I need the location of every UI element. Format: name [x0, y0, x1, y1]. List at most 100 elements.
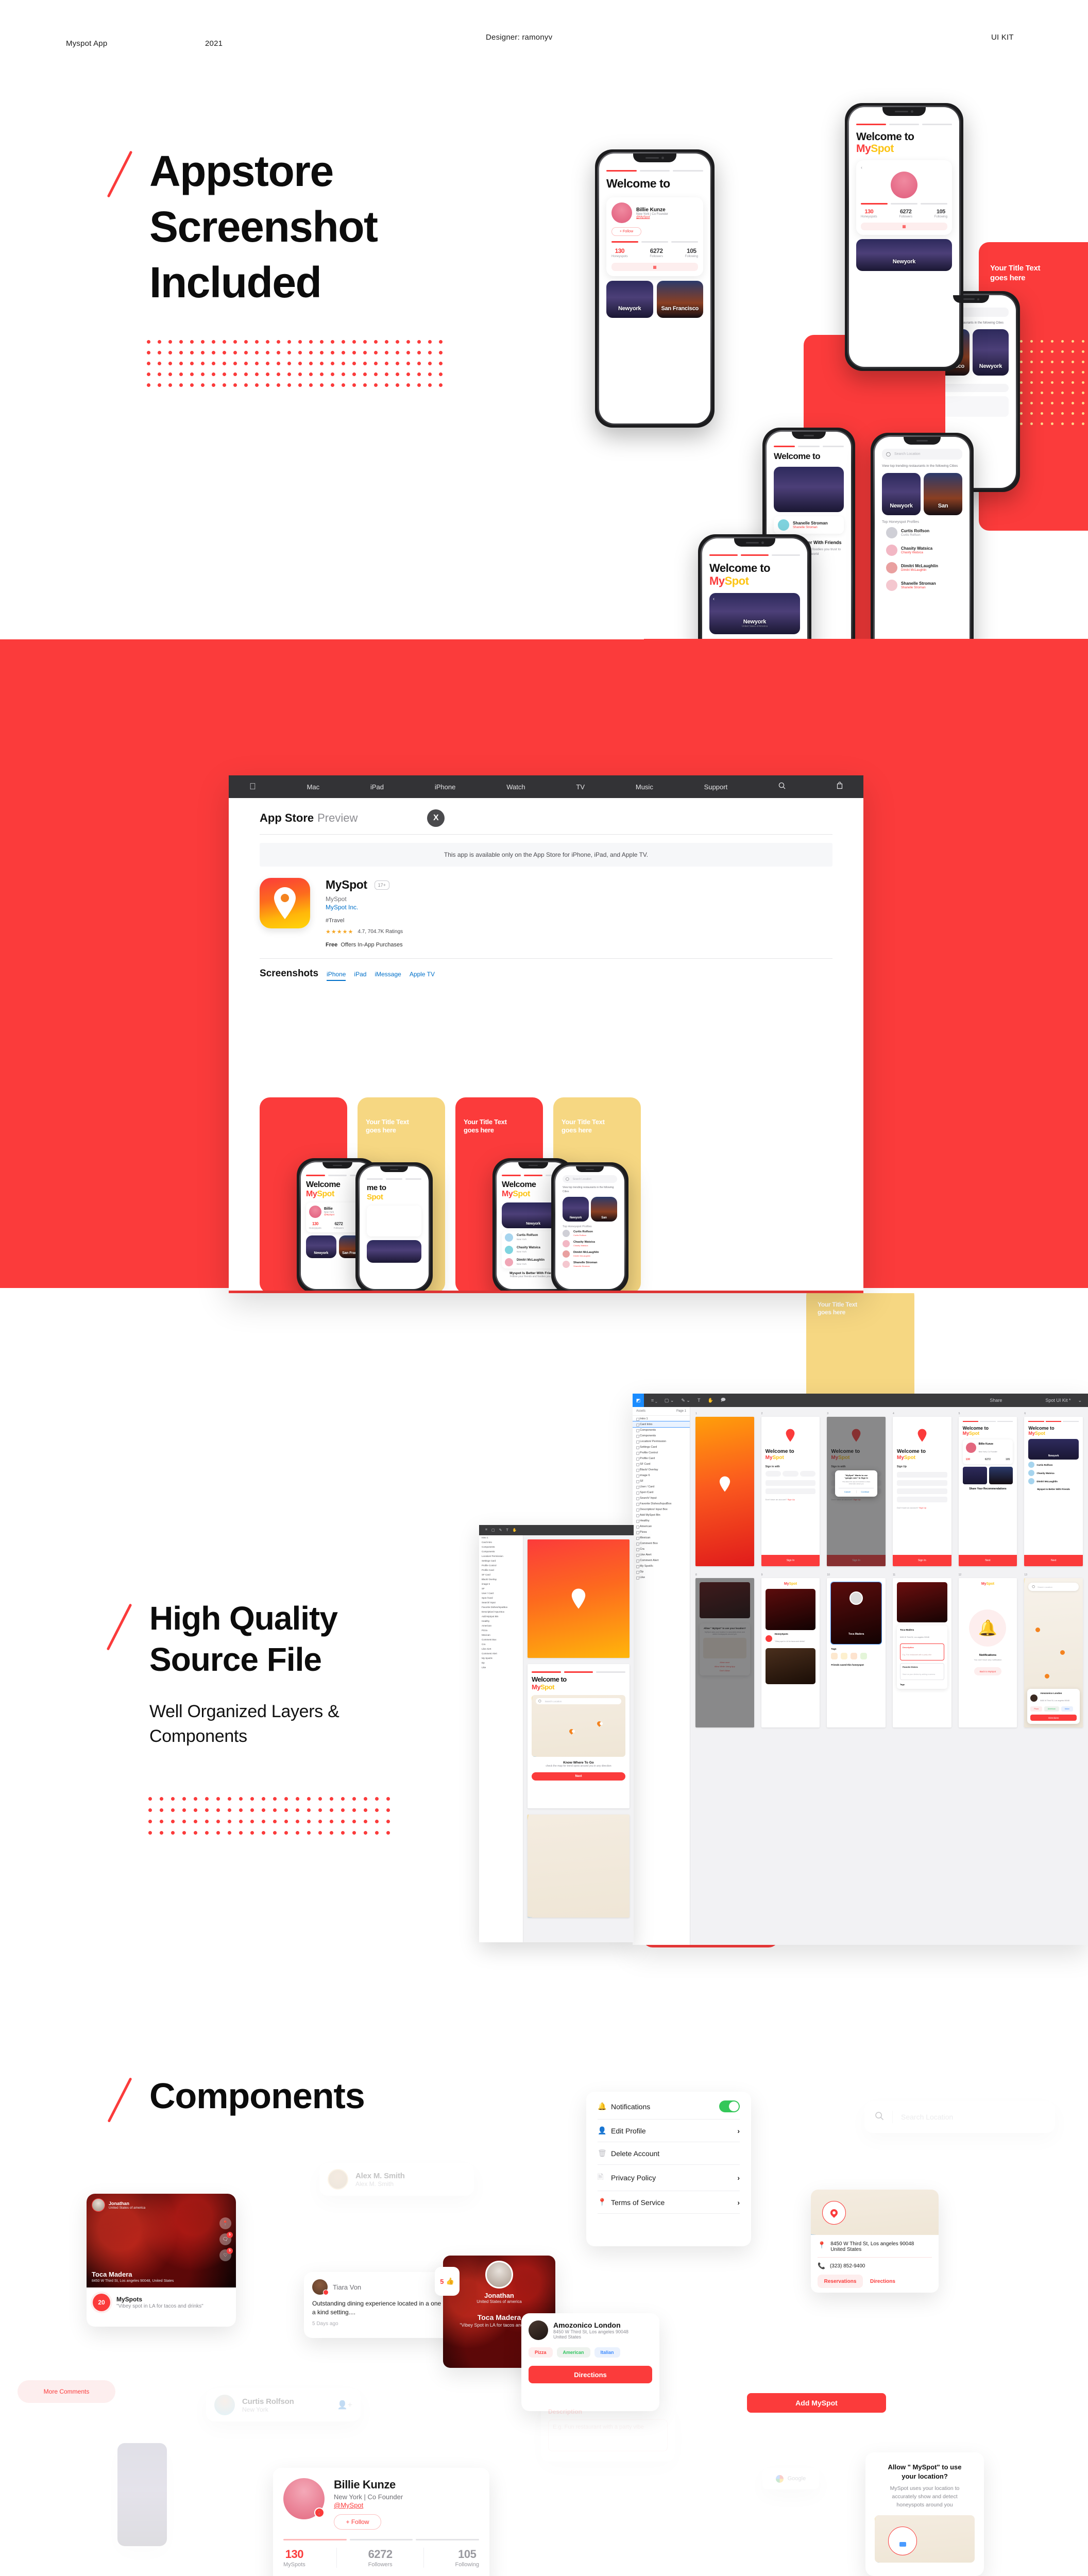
google-button[interactable]: Google [762, 2468, 819, 2489]
layer-item[interactable]: image 6 [633, 1472, 690, 1478]
canvas-frame[interactable]: 4 Welcome to MySpot Sign Up Don't have an ac… [892, 1412, 951, 1566]
tab-appletv[interactable]: Apple TV [410, 971, 435, 980]
tag-italian[interactable]: Italian [594, 2347, 620, 2358]
layer-item[interactable]: Like [479, 1665, 523, 1670]
description-placeholder[interactable]: E.g. Fun restaurant with a party vibe [548, 2419, 668, 2451]
canvas-frame[interactable]: 5 Welcome to MySpot Billie Kunze New York | … [958, 1412, 1017, 1566]
layer-item[interactable]: Description/ Input Box [633, 1506, 690, 1512]
user-row-alex[interactable]: Alex M. Smith Alex M. Smith [319, 2163, 474, 2196]
shape-tool-icon[interactable]: ▢ ⌄ [665, 1398, 674, 1403]
layer-item[interactable]: Search/ Input [479, 1600, 523, 1605]
user-row-curtis[interactable]: Curtis Rolfson New York 👤+ [206, 2388, 361, 2421]
settings-row-terms[interactable]: 📍 Terms of Service › [598, 2191, 740, 2213]
layer-item[interactable]: Add MySpot Btn [633, 1512, 690, 1518]
settings-row-privacy-policy[interactable]: 🖹 Privacy Policy › [598, 2165, 740, 2191]
profile-handle[interactable]: @MySpot [334, 2501, 403, 2509]
settings-row-edit-profile[interactable]: 👤 Edit Profile › [598, 2120, 740, 2142]
secondary-layers-panel[interactable]: Intro 1 Card Intro Components Components Loc… [479, 1535, 523, 1942]
layer-item[interactable]: Intro 1 [479, 1535, 523, 1540]
share-button[interactable]: Share [990, 1398, 1002, 1403]
nav-item-iphone[interactable]: iPhone [435, 783, 455, 791]
layer-item[interactable]: My Spot/Ic [479, 1656, 523, 1660]
layer-item[interactable]: Search/ Input [633, 1495, 690, 1501]
reservations-button[interactable]: Reservations [818, 2275, 863, 2288]
thumbs-up-icon[interactable]: 👍 [446, 2277, 454, 2285]
nav-item-ipad[interactable]: iPad [370, 783, 384, 791]
layer-item[interactable]: User / Card [633, 1484, 690, 1489]
search-location-field[interactable]: Search Location [864, 2101, 1055, 2133]
layer-item[interactable]: Comment Alert [633, 1557, 690, 1563]
design-tool-toolbar[interactable]: ◩ ⌗ ⌄ ▢ ⌄ ✎ ⌄ T ✋ 🗩 Share Spot UI Kit * … [633, 1394, 1088, 1407]
nav-item-tv[interactable]: TV [576, 783, 585, 791]
layer-item[interactable]: Profile Card [633, 1455, 690, 1461]
chevron-down-icon[interactable]: ⌄ [1078, 1398, 1082, 1403]
layer-item[interactable]: Like [633, 1574, 690, 1580]
canvas-frame[interactable]: 13 ◯ Search Location Amozonico London 8450 W… [1024, 1573, 1083, 1727]
description-input-card[interactable]: Description E.g. Fun restaurant with a p… [541, 2401, 675, 2462]
layer-item[interactable]: Components [633, 1427, 690, 1433]
text-tool-icon[interactable]: T [698, 1398, 701, 1403]
layer-item[interactable]: Description/ Input Box [479, 1609, 523, 1614]
screenshot-gallery[interactable]: Your Title Text goes here Your Title Text… [260, 1097, 837, 1291]
notifications-toggle[interactable] [719, 2100, 740, 2112]
nav-item-support[interactable]: Support [704, 783, 728, 791]
directions-button[interactable]: Directions [529, 2366, 652, 2383]
apple-logo-icon[interactable]:  [249, 782, 256, 792]
canvas-frame[interactable]: 9 MySpot HoneySpots "Vibey spot in LA for t… [761, 1573, 820, 1727]
layer-item[interactable]: Like Aiert [479, 1647, 523, 1651]
layer-item[interactable]: American [479, 1623, 523, 1628]
layer-item[interactable]: Components [479, 1549, 523, 1554]
map-location-card[interactable]: 📍 8450 W Third St, Los angeles 90048 Uni… [811, 2190, 939, 2293]
layer-item[interactable]: Dp [479, 1660, 523, 1665]
layer-item[interactable]: Pizza [633, 1529, 690, 1535]
layer-item[interactable]: Black/ Overlay [479, 1577, 523, 1582]
layer-item[interactable]: SF Card [479, 1572, 523, 1577]
settings-row-notifications[interactable]: 🔔 Notifications [598, 2094, 740, 2119]
layer-item[interactable]: Cra [479, 1642, 523, 1647]
comment-icon[interactable]: 🗨 5 [219, 2232, 233, 2245]
layer-item[interactable]: American [633, 1523, 690, 1529]
layer-item[interactable]: Profile Card [479, 1568, 523, 1572]
design-tool-window-secondary[interactable]: ⌗ ▢ ✎ T ✋ Intro 1 Card Intro Components Compone… [479, 1525, 634, 1942]
canvas-frame[interactable]: 8Allow " MySpot" to use your location?My… [695, 1573, 754, 1727]
settings-row-delete-account[interactable]: 🗑 Delete Account [598, 2142, 740, 2164]
canvas-frame[interactable]: 10 Toca Madera Tags Friends saved this hone… [827, 1573, 886, 1727]
hand-tool-icon[interactable]: ✋ [707, 1398, 713, 1403]
layer-item[interactable]: Spot /Card [479, 1596, 523, 1600]
layers-panel[interactable]: Assets Page 1 Intro 1 Card Intro Component… [633, 1407, 690, 1945]
canvas-frame[interactable]: 11 Toca Madera 8450 W Third St, Los angele… [892, 1573, 951, 1727]
map-phone[interactable]: (323) 852-9400 [830, 2263, 865, 2269]
nav-item-music[interactable]: Music [636, 783, 653, 791]
layer-item[interactable]: SF [633, 1478, 690, 1484]
layer-item[interactable]: Location/ Permission [479, 1554, 523, 1558]
layer-item[interactable]: Mexican [479, 1633, 523, 1637]
profile-card-billie[interactable]: 📍 Billie Kunze New York | Co Founder @My… [273, 2468, 489, 2576]
comment-tool-icon[interactable]: 🗩 [721, 1396, 726, 1404]
canvas-frame[interactable]: 2 Welcome to MySpot Sign in with Don't have … [761, 1412, 820, 1566]
nav-item-watch[interactable]: Watch [506, 783, 525, 791]
layer-item[interactable]: Healthy [633, 1518, 690, 1523]
tab-imessage[interactable]: iMessage [375, 971, 401, 980]
bag-icon[interactable] [837, 782, 843, 792]
tag-pizza[interactable]: Pizza [529, 2347, 553, 2358]
layer-item[interactable]: Healthy [479, 1619, 523, 1623]
layer-item[interactable]: Cra [633, 1546, 690, 1552]
layer-item[interactable]: image 6 [479, 1582, 523, 1586]
design-tool-window-main[interactable]: ◩ ⌗ ⌄ ▢ ⌄ ✎ ⌄ T ✋ 🗩 Share Spot UI Kit * … [633, 1394, 1088, 1945]
frame-tool-icon[interactable]: ⌗ ⌄ [651, 1398, 657, 1403]
location-pin-icon[interactable]: 📍 [219, 2217, 231, 2229]
map-preview[interactable] [811, 2190, 939, 2235]
close-icon[interactable]: X [427, 809, 445, 827]
tab-iphone[interactable]: iPhone [327, 971, 346, 981]
layer-item[interactable]: Settings Card [633, 1444, 690, 1450]
spot-card[interactable]: Jonathan United States of america 📍 🗨 5 … [87, 2194, 236, 2327]
canvas-frame[interactable]: 12 MySpot 🔔 Notifications You don't have any… [958, 1573, 1017, 1727]
like-chip[interactable]: 5 👍 [435, 2267, 460, 2296]
appstore-navbar[interactable]:  Mac iPad iPhone Watch TV Music Support [229, 775, 863, 798]
nav-item-mac[interactable]: Mac [307, 783, 320, 791]
layer-item[interactable]: Dp [633, 1569, 690, 1574]
tab-ipad[interactable]: iPad [354, 971, 366, 980]
map-directions-button[interactable]: Directions [870, 2275, 895, 2288]
layer-item[interactable]: Comment Alert [479, 1651, 523, 1656]
search-icon[interactable] [778, 782, 786, 792]
